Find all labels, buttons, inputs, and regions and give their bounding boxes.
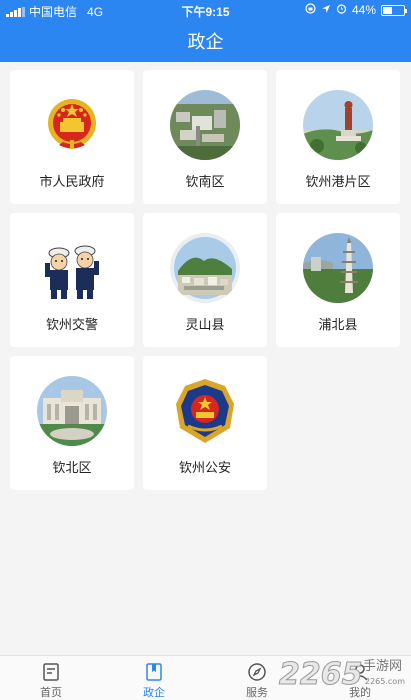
org-card-qinnan[interactable]: 钦南区 (143, 70, 267, 204)
aerial-city-photo (170, 90, 240, 160)
org-card-label: 钦州交警 (45, 317, 98, 332)
lock-rotation-icon (305, 3, 316, 17)
org-card-traffic-police[interactable]: 钦州交警 (10, 213, 134, 347)
org-card-city-government[interactable]: 市人民政府 (10, 70, 134, 204)
traffic-police-cartoon (37, 233, 107, 303)
government-building-photo (37, 376, 107, 446)
org-card-label: 钦北区 (52, 460, 92, 475)
org-card-label: 钦州港片区 (305, 174, 371, 189)
battery-icon (381, 4, 407, 16)
org-card-label: 市人民政府 (39, 174, 105, 189)
tab-home-label: 首页 (40, 687, 62, 699)
page-title: 政企 (187, 32, 224, 52)
tab-government-label: 政企 (143, 687, 165, 699)
org-card-label: 钦南区 (185, 174, 225, 189)
bookmark-book-icon (144, 662, 164, 682)
svg-text:2265: 2265 (279, 657, 363, 692)
national-emblem-icon (37, 90, 107, 160)
location-icon (321, 3, 331, 17)
org-card-qinbei[interactable]: 钦北区 (10, 356, 134, 490)
compass-icon (247, 662, 267, 682)
tab-government[interactable]: 政企 (103, 656, 205, 700)
org-card-public-security[interactable]: 钦州公安 (143, 356, 267, 490)
statue-photo (303, 90, 373, 160)
battery-percent: 44% (351, 3, 376, 17)
org-card-lingshan[interactable]: 灵山县 (143, 213, 267, 347)
org-card-label: 浦北县 (318, 317, 358, 332)
alarm-icon (336, 3, 347, 17)
watermark-logo: 2265 手游网 2265.com (277, 650, 407, 700)
pagoda-photo (303, 233, 373, 303)
home-doc-icon (41, 662, 61, 682)
header-bar: 中国电信 4G 下午9:15 44% 政企 (0, 0, 411, 62)
org-card-label: 钦州公安 (178, 460, 231, 475)
battery-fill (383, 6, 392, 14)
police-badge-icon (170, 376, 240, 446)
org-card-qinzhou-port[interactable]: 钦州港片区 (276, 70, 400, 204)
status-bar: 中国电信 4G 下午9:15 44% (0, 0, 411, 20)
town-mountain-photo (170, 233, 240, 303)
tab-home[interactable]: 首页 (0, 656, 102, 700)
org-grid: 市人民政府 钦南区 钦州港片区 钦州交警 灵山县 浦北县 钦北区 钦州公安 (10, 70, 400, 490)
svg-text:手游网: 手游网 (363, 659, 402, 674)
status-right: 44% (305, 3, 407, 17)
org-card-pubei[interactable]: 浦北县 (276, 213, 400, 347)
org-card-label: 灵山县 (185, 317, 225, 332)
svg-text:2265.com: 2265.com (365, 677, 405, 686)
